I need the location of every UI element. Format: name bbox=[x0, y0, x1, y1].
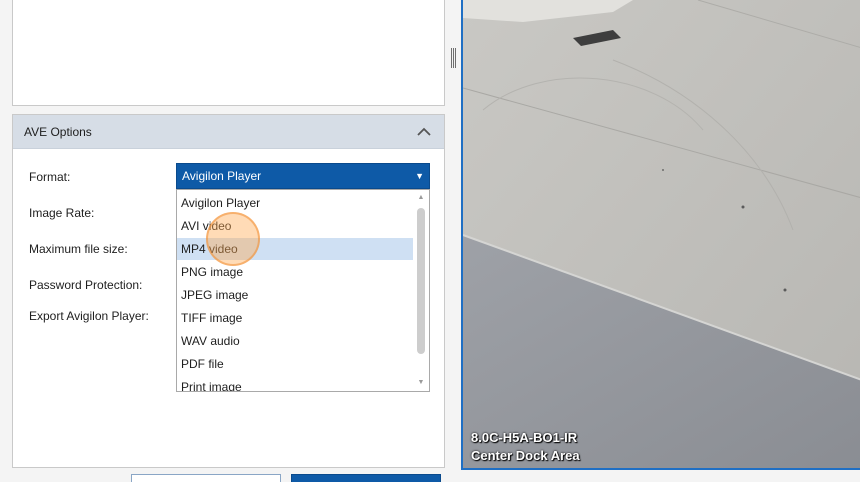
format-option-pdf-file[interactable]: PDF file bbox=[177, 353, 413, 375]
format-select[interactable]: Avigilon Player ▼ bbox=[176, 163, 430, 189]
format-option-tiff-image[interactable]: TIFF image bbox=[177, 307, 413, 329]
format-option-avigilon-player[interactable]: Avigilon Player bbox=[177, 192, 413, 214]
primary-action-button[interactable] bbox=[291, 474, 441, 482]
format-dropdown-list: Avigilon Player AVI video MP4 video PNG … bbox=[176, 189, 430, 392]
export-preview-box bbox=[12, 0, 445, 106]
scroll-down-icon[interactable]: ▼ bbox=[413, 375, 429, 389]
caret-down-icon: ▼ bbox=[415, 171, 424, 181]
format-option-jpeg-image[interactable]: JPEG image bbox=[177, 284, 413, 306]
scrollbar-thumb[interactable] bbox=[417, 208, 425, 354]
camera-name-overlay: 8.0C-H5A-BO1-IR bbox=[471, 430, 578, 445]
ave-options-panel: AVE Options Format: Image Rate: Maximum … bbox=[12, 114, 445, 468]
export-settings-pane: AVE Options Format: Image Rate: Maximum … bbox=[0, 0, 450, 482]
camera-location-overlay: Center Dock Area bbox=[471, 448, 580, 463]
dropdown-scrollbar[interactable]: ▲ ▼ bbox=[413, 190, 429, 391]
ave-options-title: AVE Options bbox=[24, 124, 92, 139]
image-rate-label: Image Rate: bbox=[29, 206, 95, 220]
format-option-avi-video[interactable]: AVI video bbox=[177, 215, 413, 237]
format-select-value: Avigilon Player bbox=[182, 169, 262, 183]
camera-frame-image bbox=[463, 0, 860, 468]
export-player-label: Export Avigilon Player: bbox=[29, 309, 149, 323]
secondary-action-button[interactable] bbox=[131, 474, 281, 482]
camera-video-pane[interactable]: 8.0C-H5A-BO1-IR Center Dock Area bbox=[461, 0, 860, 470]
format-option-wav-audio[interactable]: WAV audio bbox=[177, 330, 413, 352]
ave-options-header[interactable]: AVE Options bbox=[13, 115, 444, 149]
chevron-up-icon[interactable] bbox=[416, 124, 432, 140]
format-option-png-image[interactable]: PNG image bbox=[177, 261, 413, 283]
scroll-up-icon[interactable]: ▲ bbox=[413, 190, 429, 204]
password-protection-label: Password Protection: bbox=[29, 278, 143, 292]
export-window: AVE Options Format: Image Rate: Maximum … bbox=[0, 0, 860, 482]
pane-splitter-handle[interactable] bbox=[451, 48, 457, 68]
format-option-print-image[interactable]: Print image bbox=[177, 376, 413, 391]
max-file-size-label: Maximum file size: bbox=[29, 242, 128, 256]
format-option-mp4-video[interactable]: MP4 video bbox=[177, 238, 413, 260]
format-label: Format: bbox=[29, 170, 71, 184]
